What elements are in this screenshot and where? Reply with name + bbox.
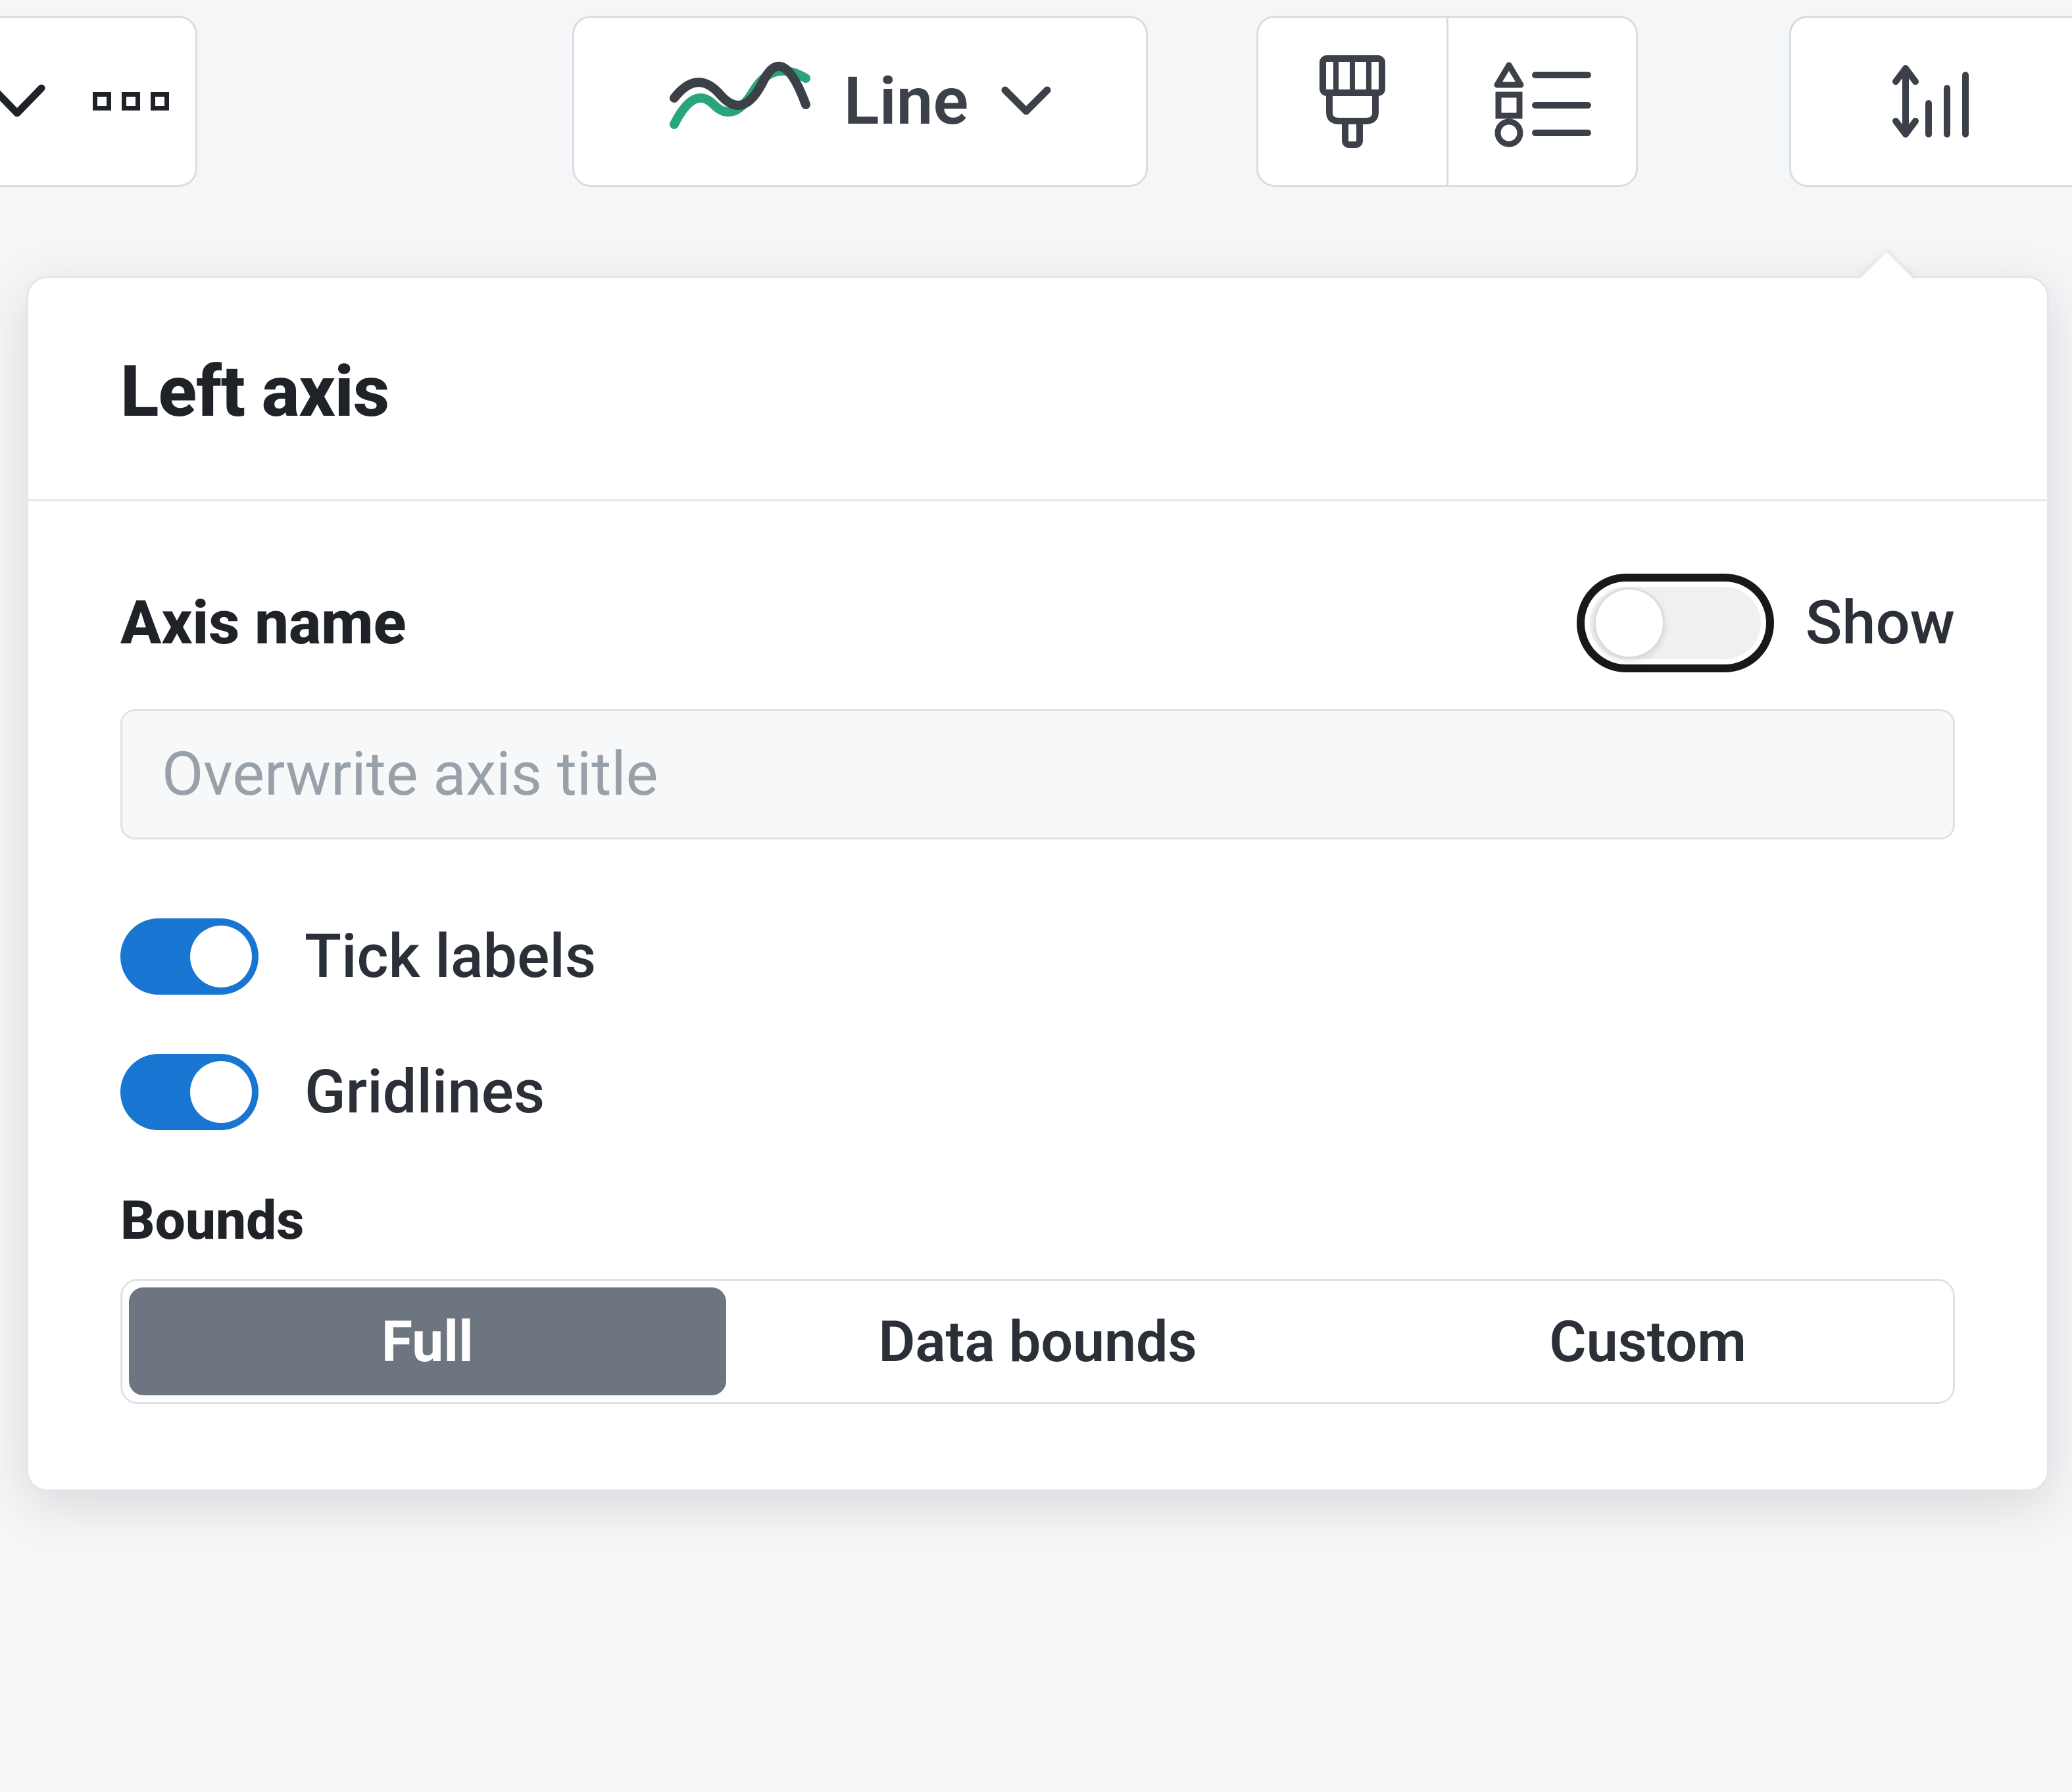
toolbar-style-split: [1256, 16, 1638, 187]
chart-type-dropdown[interactable]: Line: [572, 16, 1148, 187]
axis-name-show-group: Show: [1577, 574, 1955, 672]
gridlines-toggle[interactable]: [120, 1054, 259, 1130]
tick-labels-toggle[interactable]: [120, 918, 259, 995]
tick-labels-row: Tick labels: [120, 918, 1955, 995]
chevron-down-icon: [0, 82, 47, 121]
axis-name-label: Axis name: [120, 588, 406, 659]
popover-header: Left axis: [28, 278, 2047, 501]
legend-button[interactable]: [1448, 18, 1637, 185]
chart-type-label: Line: [844, 63, 969, 140]
chevron-down-icon: [1000, 84, 1052, 119]
axis-name-toggle-label: Show: [1806, 588, 1955, 659]
brush-icon: [1310, 52, 1395, 151]
bounds-option-data-bounds[interactable]: Data bounds: [739, 1287, 1337, 1395]
toolbar-left-dropdown[interactable]: [0, 16, 197, 187]
popover-title: Left axis: [120, 351, 1955, 434]
style-brush-button[interactable]: [1258, 18, 1448, 185]
toolbar: Line: [0, 0, 2072, 250]
bounds-segmented: Full Data bounds Custom: [120, 1279, 1955, 1404]
axis-name-row: Axis name Show: [120, 574, 1955, 672]
popover-body: Axis name Show Overwrite axis title Tick…: [28, 501, 2047, 1489]
more-icon: [93, 92, 169, 111]
bounds-option-full[interactable]: Full: [129, 1287, 726, 1395]
gridlines-row: Gridlines: [120, 1054, 1955, 1130]
axis-settings-button[interactable]: [1789, 16, 2072, 187]
gridlines-label: Gridlines: [305, 1057, 545, 1128]
tick-labels-label: Tick labels: [305, 922, 596, 992]
axis-icon: [1883, 52, 1981, 151]
legend-icon: [1489, 55, 1594, 147]
bounds-option-custom[interactable]: Custom: [1349, 1287, 1946, 1395]
axis-name-input[interactable]: Overwrite axis title: [120, 709, 1955, 839]
left-axis-popover: Left axis Axis name Show Overwrite axis …: [26, 276, 2049, 1491]
bounds-label: Bounds: [120, 1189, 1955, 1253]
axis-name-toggle[interactable]: [1577, 574, 1774, 672]
line-chart-icon: [668, 59, 812, 144]
